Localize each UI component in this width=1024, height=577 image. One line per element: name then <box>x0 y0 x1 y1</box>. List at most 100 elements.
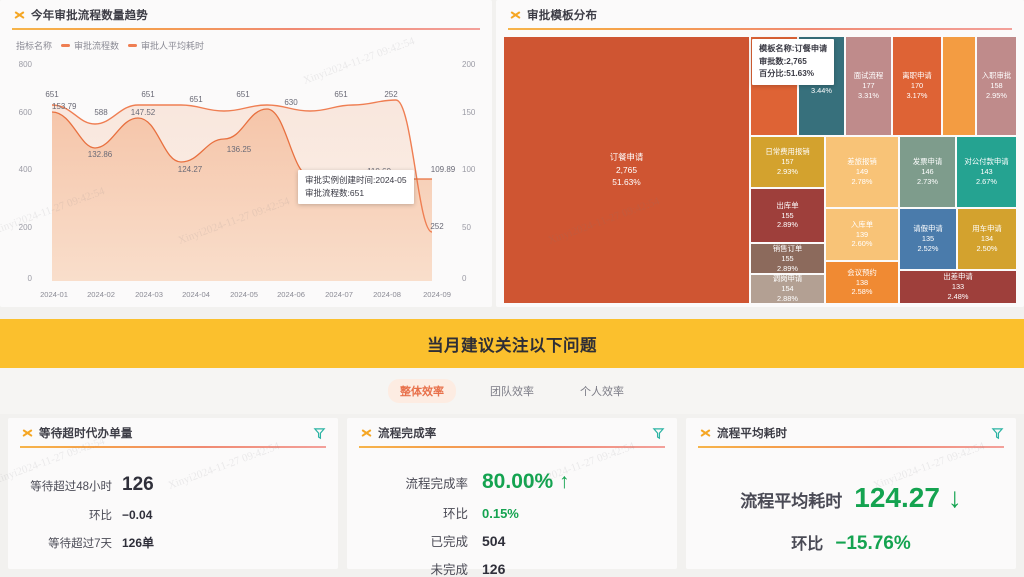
x-icon <box>509 9 521 21</box>
filter-icon[interactable] <box>652 427 665 440</box>
treemap-tile[interactable] <box>942 36 976 136</box>
kpi3-body: 流程平均耗时 124.27 ↓ 环比 −15.76% <box>686 448 1016 555</box>
tile-name: 面试流程 <box>853 71 884 81</box>
treemap-tile[interactable]: 入库单 139 2.60% <box>825 208 899 261</box>
tile-value: 157 <box>781 157 794 166</box>
tile-name: 入库单 <box>850 219 874 229</box>
filter-icon[interactable] <box>313 427 326 440</box>
kpi-row: 流程平均耗时 124.27 ↓ <box>686 482 1016 514</box>
kpi-value: 504 <box>482 533 506 549</box>
treemap-tile[interactable]: 调岗申请 154 2.88% <box>750 274 825 304</box>
treemap-tile[interactable]: 离职申请 170 3.17% <box>892 36 942 136</box>
banner-text: 当月建议关注以下问题 <box>427 336 597 355</box>
kpi-label: 已完成 <box>430 535 468 549</box>
tile-percent: 51.63% <box>612 177 641 188</box>
tile-percent: 2.52% <box>917 243 939 253</box>
kpi-card-avg-duration: 流程平均耗时 流程平均耗时 124.27 ↓ 环比 −15.76% <box>686 418 1016 569</box>
tile-value: 170 <box>910 81 924 90</box>
treemap-plot-area[interactable]: 订餐申请 2,765 51.63% 184 3.44% 面试流程 177 3.3… <box>503 36 1017 304</box>
chart-tooltip: 审批实例创建时间:2024-05 审批流程数:651 <box>298 170 414 205</box>
trend-card-header: 今年审批流程数量趋势 <box>0 0 492 28</box>
tooltip-line-1: 审批实例创建时间:2024-05 <box>305 175 407 185</box>
treemap-tile[interactable]: 面试流程 177 3.31% <box>845 36 892 136</box>
kpi-label: 等待超过48小时 <box>30 481 112 493</box>
efficiency-tabs: 整体效率 团队效率 个人效率 <box>0 368 1024 414</box>
x-icon <box>360 427 372 439</box>
tile-value: 138 <box>855 277 869 287</box>
tile-name: 会议预约 <box>847 267 877 277</box>
treemap-card-header: 审批模板分布 <box>496 0 1024 28</box>
kpi-label: 流程平均耗时 <box>740 492 843 511</box>
kpi1-header: 等待超时代办单量 <box>8 418 338 446</box>
tile-value: 139 <box>855 229 869 239</box>
kpi-label: 环比 <box>89 510 112 522</box>
treemap-tile[interactable]: 出差申请 133 2.48% <box>899 270 1017 304</box>
treemap-tile[interactable]: 入职审批 158 2.95% <box>976 36 1017 136</box>
svg-text:100: 100 <box>462 165 476 174</box>
svg-text:200: 200 <box>462 60 476 69</box>
kpi-value: 126 <box>482 561 506 577</box>
tile-percent: 2.58% <box>851 287 873 297</box>
kpi2-body: 流程完成率 80.00% ↑ 环比 0.15% 已完成 504 未完成 126 <box>347 448 677 577</box>
tile-name: 差旅报销 <box>847 157 877 167</box>
x-icon <box>13 9 25 21</box>
tile-name: 用车申请 <box>972 224 1002 234</box>
point-label: 153.79 <box>52 102 77 111</box>
tooltip-line-3: 百分比:51.63% <box>759 69 815 79</box>
treemap-tile[interactable]: 差旅报销 149 2.78% <box>825 136 899 208</box>
treemap-tile[interactable]: 对公付款申请 143 2.67% <box>956 136 1017 208</box>
treemap-tile[interactable]: 订餐申请 2,765 51.63% <box>503 36 750 304</box>
tab-team-efficiency[interactable]: 团队效率 <box>478 379 546 403</box>
treemap-tile[interactable]: 日常费用报销 157 2.93% <box>750 136 825 188</box>
legend-item-process-count[interactable]: 审批流程数 <box>61 39 119 52</box>
point-label: 109.89 <box>431 165 456 174</box>
filter-icon[interactable] <box>991 427 1004 440</box>
kpi-row: 未完成 126 <box>347 559 677 577</box>
point-label: 651 <box>141 90 155 99</box>
tab-personal-efficiency[interactable]: 个人效率 <box>568 379 636 403</box>
treemap-tile[interactable]: 用车申请 134 2.50% <box>957 208 1017 270</box>
tile-name: 调岗申请 <box>772 274 803 284</box>
point-label: 132.86 <box>88 150 113 159</box>
legend-dash-icon <box>61 44 71 47</box>
svg-text:0: 0 <box>28 274 33 283</box>
tile-percent: 2.60% <box>851 239 873 249</box>
treemap-tile[interactable]: 发票申请 146 2.73% <box>899 136 956 208</box>
tile-percent: 2.73% <box>917 176 938 186</box>
treemap-tile[interactable]: 请假申请 135 2.52% <box>899 208 957 270</box>
trend-card-title: 今年审批流程数量趋势 <box>31 10 148 22</box>
kpi-label: 未完成 <box>430 563 468 577</box>
tab-overall-efficiency[interactable]: 整体效率 <box>388 379 456 403</box>
tile-name: 请假申请 <box>913 224 943 234</box>
chart-plot-area[interactable]: 800 600 400 200 0 200 150 100 50 0 651 5… <box>0 52 492 307</box>
tile-percent: 2.48% <box>947 291 969 301</box>
tile-name: 销售订单 <box>772 243 803 253</box>
kpi3-title: 流程平均耗时 <box>717 428 788 440</box>
x-tick: 2024-09 <box>423 290 451 299</box>
tile-value: 154 <box>781 284 794 294</box>
tile-name: 对公付款申请 <box>964 157 1009 167</box>
point-label: 588 <box>94 108 108 117</box>
kpi-value: 124.27 ↓ <box>854 482 962 513</box>
legend-item-avg-duration[interactable]: 审批人平均耗时 <box>128 39 204 52</box>
x-tick: 2024-08 <box>373 290 401 299</box>
kpi-card-completion-rate: 流程完成率 流程完成率 80.00% ↑ 环比 0.15% 已完成 504 未完… <box>347 418 677 577</box>
treemap-tile[interactable]: 销售订单 155 2.89% <box>750 243 825 274</box>
treemap-tile[interactable]: 会议预约 138 2.58% <box>825 261 899 304</box>
tile-value: 135 <box>921 234 935 243</box>
treemap-tooltip: 模板名称:订餐申请 审批数:2,765 百分比:51.63% <box>752 39 835 86</box>
treemap-tile[interactable]: 出库单 155 2.89% <box>750 188 825 243</box>
kpi-label: 流程完成率 <box>405 477 468 491</box>
tile-percent: 2.95% <box>986 90 1007 100</box>
tile-percent: 2.89% <box>777 263 798 273</box>
tile-percent: 3.44% <box>811 86 832 95</box>
svg-text:800: 800 <box>19 60 33 69</box>
x-tick: 2024-02 <box>87 290 115 299</box>
point-label: 651 <box>45 90 59 99</box>
x-tick: 2024-01 <box>40 290 68 299</box>
point-label-last: 252 <box>430 222 444 231</box>
kpi3-header: 流程平均耗时 <box>686 418 1016 446</box>
tile-name: 出差申请 <box>943 272 973 282</box>
chart-svg: 800 600 400 200 0 200 150 100 50 0 651 5… <box>19 60 476 299</box>
kpi-value: 0.15% <box>482 506 519 521</box>
